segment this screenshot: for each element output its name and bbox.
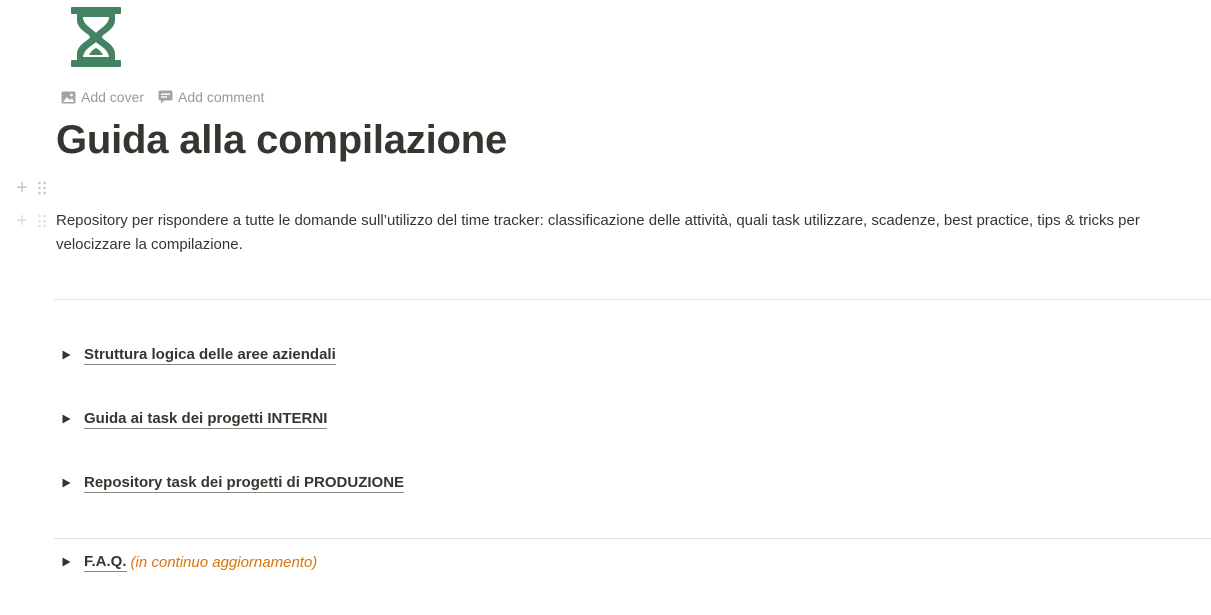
toggle-link[interactable]: Guida ai task dei progetti INTERNI (84, 410, 328, 429)
toggle-block-faq: F.A.Q. (in continuo aggiornamento) (56, 552, 317, 572)
hourglass-icon[interactable] (69, 6, 123, 68)
toggle-note: (in continuo aggiornamento) (130, 553, 318, 571)
add-cover-label: Add cover (81, 89, 145, 105)
page-controls: Add cover Add comment (57, 87, 274, 107)
toggle-arrow-icon[interactable] (56, 345, 76, 365)
toggle-link[interactable]: Repository task dei progetti di PRODUZIO… (84, 474, 405, 493)
description-block-handle: + (13, 211, 47, 231)
page-description[interactable]: Repository per rispondere a tutte le dom… (56, 209, 1206, 257)
toggle-arrow-icon[interactable] (56, 473, 76, 493)
divider (54, 538, 1211, 539)
toggle-link[interactable]: Struttura logica delle aree aziendali (84, 346, 336, 365)
notion-page: Add cover Add comment Guida alla compila… (0, 0, 1211, 615)
toggle-arrow-icon[interactable] (56, 409, 76, 429)
divider (54, 299, 1211, 300)
image-icon (61, 91, 76, 103)
add-cover-button[interactable]: Add cover (57, 87, 148, 107)
add-comment-label: Add comment (178, 89, 265, 105)
toggle-block-struttura: Struttura logica delle aree aziendali (56, 345, 336, 365)
drag-handle-icon[interactable] (37, 180, 47, 196)
drag-handle-icon[interactable] (37, 213, 47, 229)
toggle-block-interni: Guida ai task dei progetti INTERNI (56, 409, 328, 429)
toggle-block-produzione: Repository task dei progetti di PRODUZIO… (56, 473, 405, 493)
add-comment-button[interactable]: Add comment (154, 87, 268, 107)
add-block-icon[interactable]: + (13, 211, 31, 231)
empty-block-handle: + (13, 178, 47, 198)
toggle-link[interactable]: F.A.Q. (84, 553, 127, 572)
page-title[interactable]: Guida alla compilazione (56, 118, 507, 163)
comment-icon (158, 90, 173, 104)
add-block-icon[interactable]: + (13, 178, 31, 198)
toggle-arrow-icon[interactable] (56, 552, 76, 572)
